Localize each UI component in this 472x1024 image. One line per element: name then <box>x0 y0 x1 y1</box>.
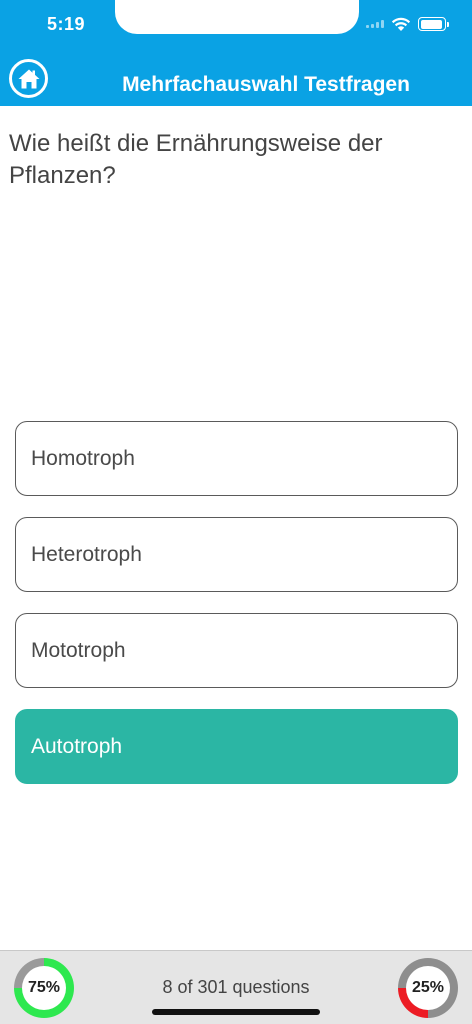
wrong-percent-ring: 25% <box>398 958 458 1018</box>
answer-option-label: Autotroph <box>31 734 123 758</box>
app-header: 5:19 Mehrfachauswahl Testfragen <box>0 0 472 106</box>
question-text: Wie heißt die Ernährungsweise der Pflanz… <box>9 130 383 189</box>
answer-option-label: Heterotroph <box>31 542 142 566</box>
status-bar: 5:19 <box>0 0 472 50</box>
home-button[interactable] <box>9 59 48 98</box>
battery-icon <box>418 17 449 31</box>
home-icon <box>18 69 39 88</box>
answer-option-label: Mototroph <box>31 638 126 662</box>
wrong-percent-label: 25% <box>411 979 445 996</box>
device-notch <box>115 0 359 34</box>
answer-option-4[interactable]: Autotroph <box>15 709 458 784</box>
answer-option-label: Homotroph <box>31 446 135 470</box>
answer-option-3[interactable]: Mototroph <box>15 613 458 688</box>
status-time: 5:19 <box>47 14 86 34</box>
footer-bar: 75% 8 of 301 questions 25% <box>0 950 472 1024</box>
cellular-signal-icon <box>366 20 386 28</box>
answer-option-2[interactable]: Heterotroph <box>15 517 458 592</box>
wifi-icon <box>391 17 411 31</box>
answer-option-1[interactable]: Homotroph <box>15 421 458 496</box>
page-title: Mehrfachauswahl Testfragen <box>122 73 410 96</box>
home-indicator[interactable] <box>152 1009 320 1015</box>
